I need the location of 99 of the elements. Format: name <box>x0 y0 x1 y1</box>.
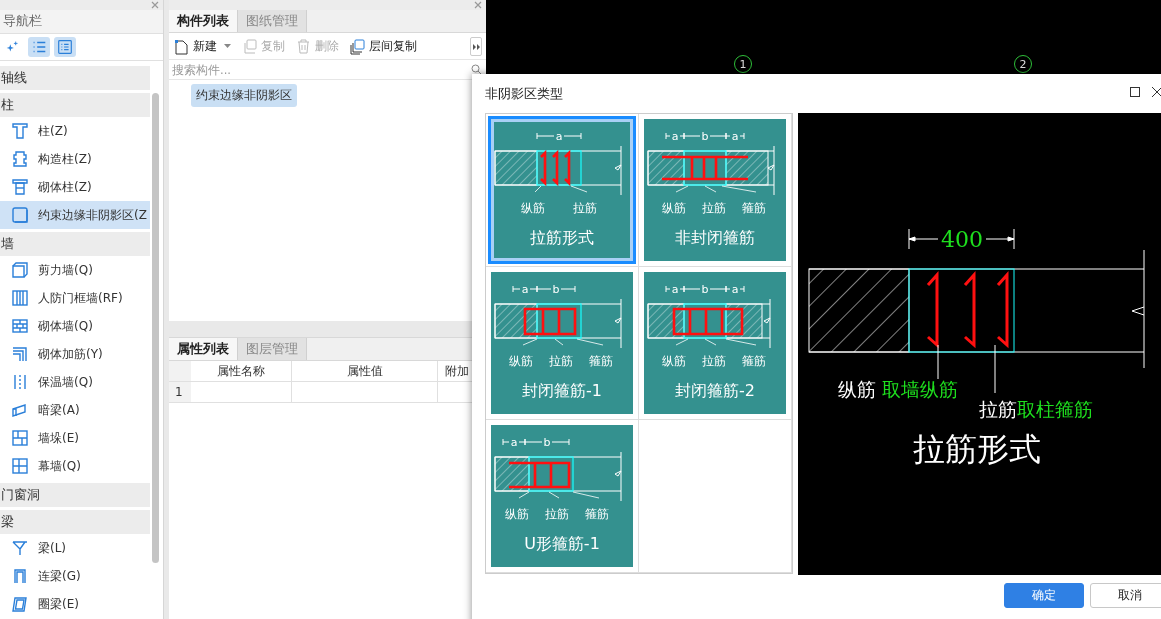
dimension-label: a <box>671 283 679 296</box>
rebar-note: 拉筋取柱箍筋 <box>979 398 1093 420</box>
tab[interactable]: 构件列表 <box>169 10 238 32</box>
card-title: 非封闭箍筋 <box>675 228 755 247</box>
layers-copy-icon <box>349 37 366 55</box>
new-document-icon <box>173 37 190 55</box>
preview-title: 拉筋形式 <box>913 430 1041 468</box>
dimension-label: b <box>701 130 709 143</box>
wall-icon <box>10 288 30 308</box>
rebar-label: 纵筋 <box>521 201 545 215</box>
rebar-label: 箍筋 <box>585 507 609 521</box>
more-button[interactable] <box>470 37 482 56</box>
card-title: 封闭箍筋-2 <box>675 381 755 400</box>
toolbar-button[interactable]: 新建 <box>173 37 231 55</box>
rebar-label: 纵筋 <box>505 507 529 521</box>
dimension-label: a <box>731 130 739 143</box>
tree-item[interactable]: 构造柱(Z) <box>0 145 150 173</box>
rebar-label: 纵筋 <box>509 354 533 368</box>
rebar-label: 纵筋 <box>662 201 686 215</box>
tree-group[interactable]: 柱 <box>0 93 150 117</box>
rebar-label: 拉筋 <box>702 354 726 368</box>
tree-item[interactable]: 砌体柱(Z) <box>0 173 150 201</box>
type-card[interactable]: a b 纵筋 拉筋 箍筋 封闭箍筋-1 <box>491 272 633 414</box>
dimension-label: a <box>731 283 739 296</box>
list-icon[interactable] <box>28 37 50 57</box>
tree-group[interactable]: 梁 <box>0 510 150 534</box>
tree-group[interactable]: 轴线 <box>0 66 150 90</box>
maximize-icon[interactable] <box>1130 87 1140 97</box>
copy-icon <box>241 37 258 55</box>
double-arrow-icon <box>472 43 480 50</box>
column-header: 属性名称 <box>191 361 292 382</box>
tree-item[interactable]: 砌体加筋(Y) <box>0 340 150 368</box>
rebar-label: 拉筋 <box>549 354 573 368</box>
dimension-label: a <box>510 436 518 449</box>
brick-icon <box>10 316 30 336</box>
search-icon <box>471 64 482 75</box>
card-title: 拉筋形式 <box>530 228 594 247</box>
rebar-icon <box>10 344 30 364</box>
dimension-label: b <box>701 283 709 296</box>
column-icon <box>10 149 30 169</box>
rebar-label: 拉筋 <box>702 201 726 215</box>
rebar-label: 纵筋 <box>662 354 686 368</box>
tab[interactable]: 属性列表 <box>169 338 238 360</box>
tree-group[interactable]: 墙 <box>0 232 150 256</box>
tree-item[interactable]: 连梁(G) <box>0 562 150 590</box>
beam-icon <box>10 538 30 558</box>
type-card[interactable]: a b a 纵筋 拉筋 箍筋 非封闭箍筋 <box>644 119 786 261</box>
tree-item[interactable]: 暗梁(A) <box>0 396 150 424</box>
column-icon <box>10 177 30 197</box>
tree-group[interactable]: 门窗洞 <box>0 483 150 507</box>
tree-item[interactable]: 柱(Z) <box>0 117 150 145</box>
tree-item[interactable]: 梁(L) <box>0 534 150 562</box>
card-title: 封闭箍筋-1 <box>522 381 602 400</box>
dimension-label: a <box>521 283 529 296</box>
rebar-label: 箍筋 <box>742 201 766 215</box>
cube-icon <box>10 260 30 280</box>
search-field[interactable]: 搜索构件... <box>172 62 422 77</box>
grid-icon <box>10 456 30 476</box>
pier-icon <box>10 428 30 448</box>
tree-item[interactable]: 幕墙(Q) <box>0 452 150 480</box>
tree-item[interactable]: 约束边缘非阴影区(Z <box>0 201 150 229</box>
column-icon <box>10 121 30 141</box>
card-title: U形箍筋-1 <box>524 534 600 553</box>
ring-beam-icon <box>10 594 30 614</box>
dimension-label: b <box>543 436 551 449</box>
square-icon <box>10 205 30 225</box>
dimension-label: a <box>555 130 563 143</box>
trash-icon <box>295 37 312 55</box>
tree-item[interactable]: 墙垛(E) <box>0 424 150 452</box>
cancel-button[interactable]: 取消 <box>1090 583 1161 608</box>
dimension-line <box>512 285 576 293</box>
toolbar-button[interactable]: 层间复制 <box>349 37 417 55</box>
tree-item[interactable]: 人防门框墙(RF) <box>0 284 150 312</box>
rebar-label: 拉筋 <box>573 201 597 215</box>
close-icon[interactable] <box>1152 87 1161 97</box>
dimension-label: b <box>552 283 560 296</box>
list-item[interactable]: 约束边缘非阴影区 <box>191 84 297 107</box>
dimension-line <box>502 438 570 446</box>
tree-item[interactable]: 剪力墙(Q) <box>0 256 150 284</box>
scrollbar[interactable] <box>152 93 159 563</box>
dialog-title: 非阴影区类型 <box>485 84 563 103</box>
ok-button[interactable]: 确定 <box>1004 583 1084 608</box>
dimension-label: 400 <box>941 227 983 252</box>
rebar-note: 纵筋 取墙纵筋 <box>838 378 958 400</box>
dimension-line <box>536 132 582 140</box>
tree-item[interactable]: 圈梁(E) <box>0 590 150 618</box>
type-card[interactable]: a b a 纵筋 拉筋 箍筋 封闭箍筋-2 <box>644 272 786 414</box>
type-card[interactable]: a b 纵筋 拉筋 箍筋 U形箍筋-1 <box>491 425 633 567</box>
form-icon[interactable] <box>54 37 76 57</box>
dimension-label: a <box>671 130 679 143</box>
rebar-label: 箍筋 <box>742 354 766 368</box>
rebar-label: 拉筋 <box>545 507 569 521</box>
panel-title: 导航栏 <box>0 10 163 34</box>
type-card[interactable]: a 纵筋 拉筋 拉筋形式 <box>491 119 633 261</box>
rebar-label: 箍筋 <box>589 354 613 368</box>
tree-item[interactable]: 保温墙(Q) <box>0 368 150 396</box>
column-header: 属性值 <box>292 361 438 382</box>
row-number: 1 <box>169 382 191 403</box>
tree-item[interactable]: 砌体墙(Q) <box>0 312 150 340</box>
